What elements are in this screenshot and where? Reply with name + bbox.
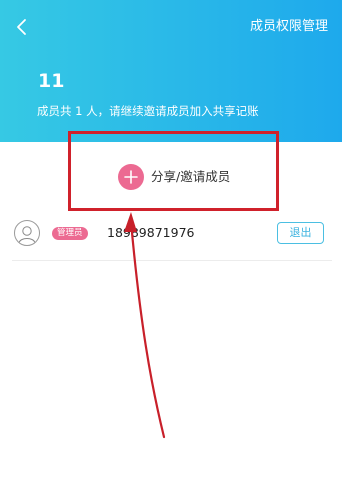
user-avatar-icon xyxy=(14,220,40,246)
member-phone: 18989871976 xyxy=(107,225,195,240)
page-header: 成员权限管理 11 成员共 1 人，请继续邀请成员加入共享记账 xyxy=(0,0,342,142)
plus-icon xyxy=(118,164,144,190)
admin-role-badge: 管理员 xyxy=(52,227,88,240)
back-chevron-icon[interactable] xyxy=(10,14,36,40)
member-summary: 成员共 1 人，请继续邀请成员加入共享记账 xyxy=(37,104,259,118)
page-title: 成员权限管理 xyxy=(249,19,328,34)
share-invite-label: 分享/邀请成员 xyxy=(151,169,231,184)
member-count: 11 xyxy=(38,70,65,92)
member-row: 管理员 18989871976 退出 xyxy=(12,210,332,261)
share-invite-button[interactable]: 分享/邀请成员 xyxy=(118,163,230,191)
exit-button[interactable]: 退出 xyxy=(277,222,324,244)
